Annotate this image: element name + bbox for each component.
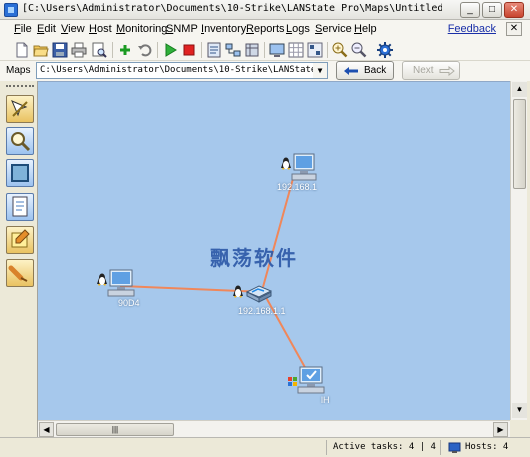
hosts-computer-icon — [448, 442, 461, 453]
vertical-scroll-thumb[interactable] — [513, 99, 526, 189]
scroll-left-icon[interactable]: ◀ — [39, 422, 54, 437]
mdi-close-button[interactable]: ✕ — [506, 22, 522, 36]
back-arrow-icon — [344, 67, 358, 75]
watermark-text: 飘荡软件 — [210, 246, 298, 270]
windows-host-node[interactable] — [286, 365, 330, 395]
menu-snmp[interactable]: SNMP — [166, 23, 198, 35]
document-icon — [12, 196, 28, 217]
menu-monitoring[interactable]: Monitoring — [116, 23, 167, 35]
next-button[interactable]: Next — [402, 61, 460, 80]
document-tool-button[interactable] — [6, 193, 34, 221]
horizontal-scrollbar[interactable]: ◀ ||| ▶ — [38, 420, 510, 437]
title-bar: [C:\Users\Administrator\Documents\10-Str… — [0, 0, 530, 20]
frame-tool-button[interactable] — [6, 159, 34, 187]
undo-icon[interactable] — [137, 42, 153, 58]
toolbar-separator — [264, 42, 265, 58]
stop-icon[interactable] — [181, 42, 197, 58]
horizontal-scroll-thumb[interactable]: ||| — [56, 423, 174, 436]
report-icon[interactable] — [206, 42, 222, 58]
settings-gear-icon[interactable] — [377, 42, 393, 58]
toolbar-separator — [327, 42, 328, 58]
maps-path-value: C:\Users\Administrator\Documents\10-Stri… — [40, 65, 327, 75]
pointer-tool-button[interactable] — [6, 95, 34, 123]
linux-host-node[interactable] — [94, 268, 138, 298]
play-icon[interactable] — [162, 42, 178, 58]
cable-icon — [8, 265, 28, 282]
add-icon[interactable] — [117, 42, 133, 58]
maps-bar: Maps C:\Users\Administrator\Documents\10… — [0, 61, 530, 81]
scan-tool-button[interactable] — [6, 127, 34, 155]
scroll-down-icon[interactable]: ▼ — [512, 403, 527, 418]
status-bar: Active tasks: 4 | 4 Hosts: 4 — [0, 437, 530, 457]
vertical-scrollbar[interactable]: ▲ ▼ — [510, 81, 527, 420]
inventory-icon[interactable] — [244, 42, 260, 58]
menu-help[interactable]: Help — [354, 23, 377, 35]
preview-icon[interactable] — [91, 42, 107, 58]
magnifier-icon — [11, 132, 31, 152]
back-button[interactable]: Back — [336, 61, 394, 80]
back-button-label: Back — [364, 65, 387, 76]
status-divider — [440, 440, 441, 455]
hosts-count-status: Hosts: 4 — [465, 442, 509, 452]
open-folder-icon[interactable] — [33, 42, 49, 58]
node-label: lH — [321, 395, 330, 405]
menu-bar: File Edit View Host Monitoring SNMP Inve… — [0, 20, 530, 39]
scroll-up-icon[interactable]: ▲ — [512, 82, 527, 97]
maps-label: Maps — [6, 65, 31, 76]
print-icon[interactable] — [71, 42, 87, 58]
tool-palette — [0, 81, 38, 437]
monitor-view-icon[interactable] — [269, 42, 285, 58]
toolbar-separator — [157, 42, 158, 58]
status-divider — [326, 440, 327, 455]
next-arrow-icon — [439, 66, 455, 76]
feedback-link[interactable]: Feedback — [448, 23, 496, 35]
maps-path-combo[interactable]: C:\Users\Administrator\Documents\10-Stri… — [36, 62, 328, 79]
menu-logs[interactable]: Logs — [286, 23, 310, 35]
menu-view[interactable]: View — [61, 23, 85, 35]
next-button-label: Next — [413, 65, 434, 76]
node-label: 90D4 — [118, 298, 140, 308]
new-file-icon[interactable] — [14, 42, 30, 58]
node-label: 192.168.1.1 — [238, 306, 286, 316]
toolbar-separator — [201, 42, 202, 58]
network-scan-icon[interactable] — [225, 42, 241, 58]
toolbar — [0, 39, 530, 61]
menu-edit[interactable]: Edit — [37, 23, 56, 35]
menu-inventory[interactable]: Inventory — [201, 23, 246, 35]
router-node[interactable] — [230, 282, 272, 306]
active-tasks-status: Active tasks: 4 | 4 — [333, 442, 436, 452]
close-button[interactable]: ✕ — [504, 2, 524, 18]
palette-grip[interactable] — [6, 85, 34, 88]
grid-icon[interactable] — [288, 42, 304, 58]
scroll-corner — [510, 420, 527, 437]
linux-host-node[interactable] — [278, 152, 320, 182]
network-map-canvas[interactable]: 192.168.1 90D4 192.168.1.1 lH 飘荡软件 — [38, 81, 510, 420]
menu-reports[interactable]: Reports — [246, 23, 285, 35]
toolbar-separator — [112, 42, 113, 58]
save-icon[interactable] — [52, 42, 68, 58]
link-tool-button[interactable] — [6, 259, 34, 287]
app-icon — [4, 3, 18, 17]
zoom-out-icon[interactable] — [351, 42, 367, 58]
scroll-right-icon[interactable]: ▶ — [493, 422, 508, 437]
minimize-button[interactable]: _ — [460, 2, 480, 18]
window-title: [C:\Users\Administrator\Documents\10-Str… — [22, 3, 442, 14]
chevron-down-icon[interactable]: ▼ — [313, 63, 327, 78]
zoom-in-icon[interactable] — [332, 42, 348, 58]
menu-host[interactable]: Host — [89, 23, 112, 35]
frame-icon — [11, 164, 29, 182]
maximize-button[interactable]: □ — [482, 2, 502, 18]
menu-service[interactable]: Service — [315, 23, 352, 35]
pointer-icon — [11, 100, 28, 117]
menu-file[interactable]: File — [14, 23, 32, 35]
layout-icon[interactable] — [307, 42, 323, 58]
node-label: 192.168.1 — [277, 182, 318, 192]
note-tool-button[interactable] — [6, 226, 34, 254]
note-icon — [11, 229, 30, 248]
